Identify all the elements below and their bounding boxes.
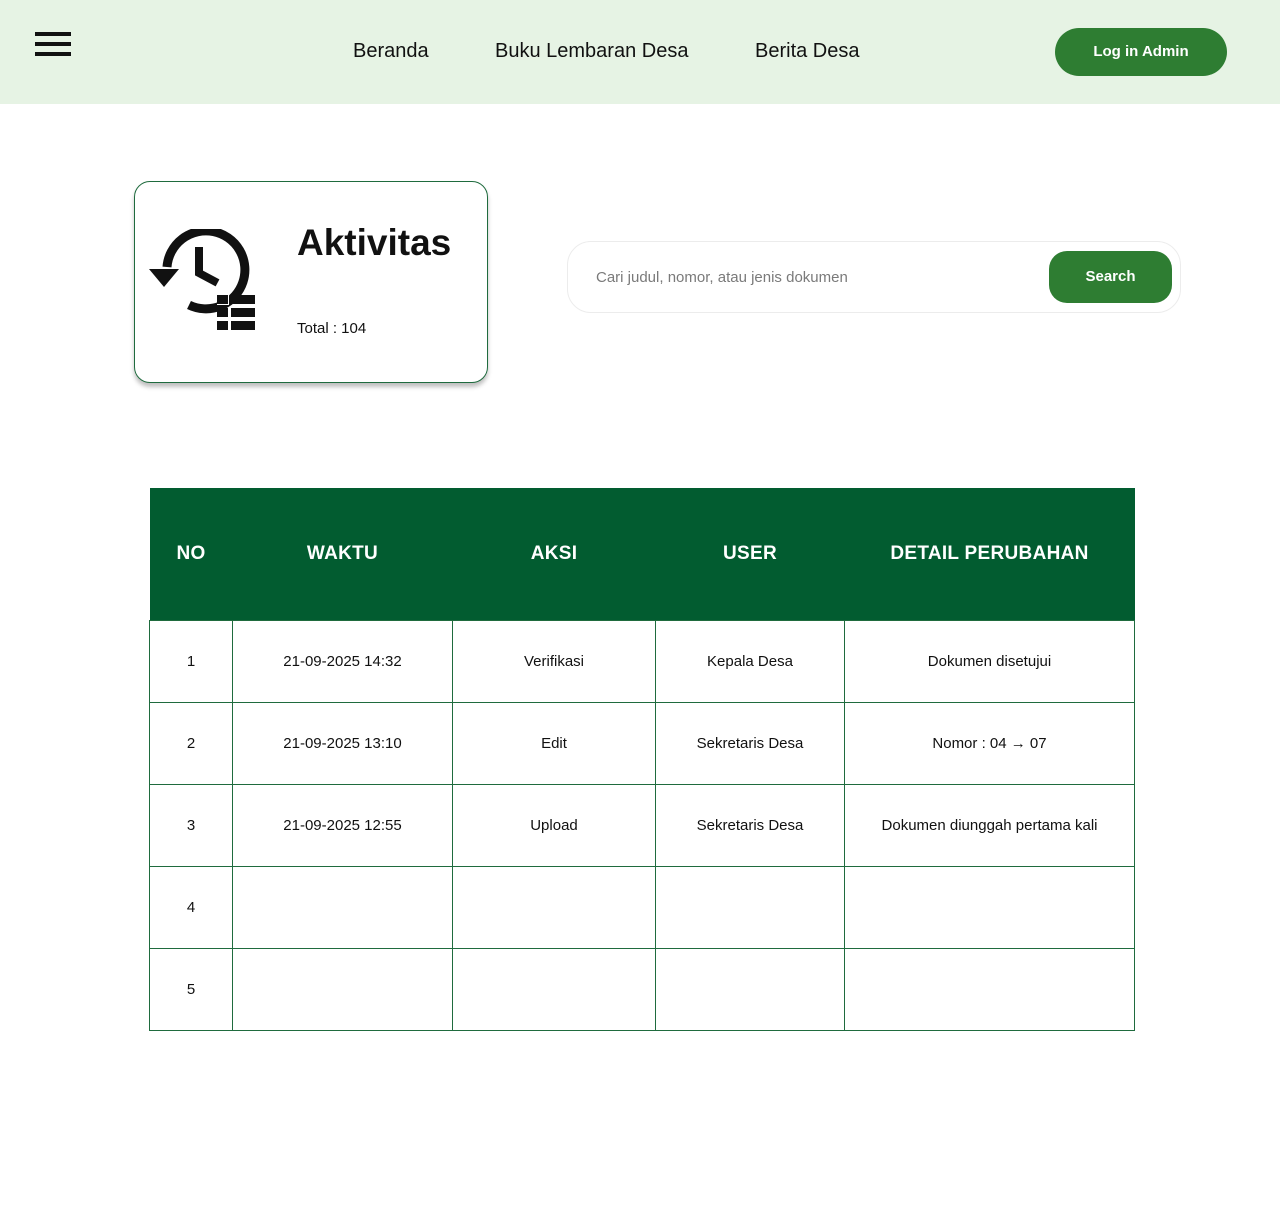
login-admin-button[interactable]: Log in Admin bbox=[1055, 28, 1227, 76]
cell-no: 2 bbox=[149, 701, 233, 785]
cell-waktu bbox=[232, 947, 453, 1031]
card-total: Total : 104 bbox=[297, 320, 367, 337]
nav-buku-lembaran-desa[interactable]: Buku Lembaran Desa bbox=[495, 40, 688, 63]
search-input[interactable] bbox=[596, 264, 1036, 290]
table-row: 5 bbox=[149, 947, 1135, 1031]
card-title: Aktivitas bbox=[297, 222, 452, 263]
activity-summary-card: Aktivitas Total : 104 bbox=[134, 181, 488, 383]
cell-detail: Dokumen disetujui bbox=[844, 619, 1135, 703]
cell-aksi bbox=[452, 865, 656, 949]
column-header-user: USER bbox=[655, 488, 845, 620]
table-row: 2 21-09-2025 13:10 Edit Sekretaris Desa … bbox=[149, 701, 1135, 785]
cell-user: Sekretaris Desa bbox=[655, 701, 845, 785]
cell-aksi: Upload bbox=[452, 783, 656, 867]
cell-user: Sekretaris Desa bbox=[655, 783, 845, 867]
column-header-no: NO bbox=[149, 488, 233, 620]
cell-aksi: Verifikasi bbox=[452, 619, 656, 703]
activity-table: NO WAKTU AKSI USER DETAIL PERUBAHAN 1 21… bbox=[149, 488, 1135, 1031]
search-button[interactable]: Search bbox=[1049, 251, 1172, 303]
cell-waktu: 21-09-2025 12:55 bbox=[232, 783, 453, 867]
table-row: 4 bbox=[149, 865, 1135, 949]
cell-aksi: Edit bbox=[452, 701, 656, 785]
column-header-aksi: AKSI bbox=[452, 488, 656, 620]
cell-detail bbox=[844, 947, 1135, 1031]
cell-user bbox=[655, 947, 845, 1031]
column-header-detail: DETAIL PERUBAHAN bbox=[844, 488, 1135, 620]
search-bar: Search bbox=[567, 241, 1181, 313]
table-row: 3 21-09-2025 12:55 Upload Sekretaris Des… bbox=[149, 783, 1135, 867]
cell-no: 3 bbox=[149, 783, 233, 867]
cell-waktu: 21-09-2025 14:32 bbox=[232, 619, 453, 703]
cell-no: 4 bbox=[149, 865, 233, 949]
cell-no: 5 bbox=[149, 947, 233, 1031]
cell-aksi bbox=[452, 947, 656, 1031]
table-header-row: NO WAKTU AKSI USER DETAIL PERUBAHAN bbox=[149, 488, 1135, 620]
nav-beranda[interactable]: Beranda bbox=[353, 40, 429, 63]
cell-user: Kepala Desa bbox=[655, 619, 845, 703]
cell-detail: Nomor : 04 → 07 bbox=[844, 701, 1135, 785]
column-header-waktu: WAKTU bbox=[232, 488, 453, 620]
cell-detail: Dokumen diunggah pertama kali bbox=[844, 783, 1135, 867]
cell-user bbox=[655, 865, 845, 949]
nav-berita-desa[interactable]: Berita Desa bbox=[755, 40, 860, 63]
top-navbar: Beranda Buku Lembaran Desa Berita Desa L… bbox=[0, 0, 1280, 104]
cell-waktu bbox=[232, 865, 453, 949]
cell-waktu: 21-09-2025 13:10 bbox=[232, 701, 453, 785]
table-row: 1 21-09-2025 14:32 Verifikasi Kepala Des… bbox=[149, 619, 1135, 703]
hamburger-menu-icon[interactable] bbox=[35, 32, 71, 58]
cell-detail bbox=[844, 865, 1135, 949]
history-list-icon bbox=[149, 229, 255, 330]
cell-no: 1 bbox=[149, 619, 233, 703]
